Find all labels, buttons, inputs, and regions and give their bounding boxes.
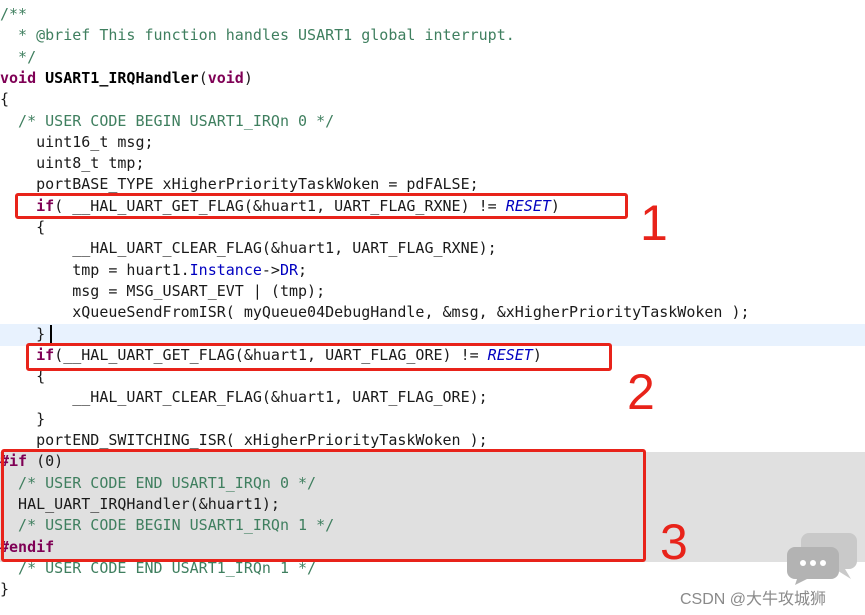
annotation-number-1: 1 <box>640 195 668 251</box>
code-token: */ <box>0 47 37 66</box>
code-line: } <box>0 409 865 430</box>
code-line: uint8_t tmp; <box>0 153 865 174</box>
watermark-text: CSDN @大牛攻城狮 <box>680 591 827 608</box>
code-token: ( <box>198 68 208 87</box>
code-line: msg = MSG_USART_EVT | (tmp); <box>0 281 865 302</box>
code-token: portBASE_TYPE xHigherPriorityTaskWoken =… <box>0 175 479 194</box>
chat-bubbles-icon <box>787 533 857 585</box>
annotation-number-3: 3 <box>660 514 688 570</box>
code-token: -> <box>261 260 280 279</box>
code-line: /** <box>0 4 865 25</box>
code-token: USART1_IRQHandler <box>45 68 199 87</box>
code-token: msg = MSG_USART_EVT | (tmp); <box>0 281 326 300</box>
annotation-box-1 <box>15 193 628 219</box>
code-line: __HAL_UART_CLEAR_FLAG(&huart1, UART_FLAG… <box>0 238 865 259</box>
code-token: __HAL_UART_CLEAR_FLAG(&huart1, UART_FLAG… <box>0 239 497 258</box>
code-token: portEND_SWITCHING_ISR( xHigherPriorityTa… <box>0 431 488 449</box>
code-token: Instance <box>189 260 262 279</box>
annotation-box-2 <box>26 343 612 371</box>
code-token: ; <box>298 260 308 279</box>
code-token: DR <box>279 260 299 279</box>
annotation-box-3 <box>1 449 646 562</box>
code-line: uint16_t msg; <box>0 132 865 153</box>
code-line: void USART1_IRQHandler(void) <box>0 68 865 89</box>
code-token: } <box>0 324 46 343</box>
code-line: * @brief This function handles USART1 gl… <box>0 25 865 46</box>
code-token: uint8_t tmp; <box>0 154 145 173</box>
code-line: { <box>0 217 865 238</box>
code-token: tmp = huart1. <box>0 260 190 279</box>
code-line: tmp = huart1.Instance->DR; <box>0 260 865 281</box>
code-line: portEND_SWITCHING_ISR( xHigherPriorityTa… <box>0 430 865 451</box>
code-line: xQueueSendFromISR( myQueue04DebugHandle,… <box>0 302 865 323</box>
code-token: } <box>0 409 46 428</box>
code-line: __HAL_UART_CLEAR_FLAG(&huart1, UART_FLAG… <box>0 387 865 408</box>
code-token: uint16_t msg; <box>0 132 154 151</box>
code-token: /* USER CODE BEGIN USART1_IRQn 0 */ <box>0 111 335 130</box>
code-token: /** <box>0 5 28 23</box>
code-token: { <box>0 218 46 236</box>
code-token: } <box>0 580 10 599</box>
code-token: xQueueSendFromISR( myQueue04DebugHandle,… <box>0 303 750 322</box>
code-line: /* USER CODE BEGIN USART1_IRQn 0 */ <box>0 111 865 132</box>
code-line: { <box>0 89 865 110</box>
annotation-number-2: 2 <box>627 364 655 420</box>
code-line: } <box>0 324 865 345</box>
code-token: void <box>0 68 37 87</box>
text-cursor <box>50 325 52 345</box>
code-token: { <box>0 90 10 109</box>
code-line: */ <box>0 47 865 68</box>
code-token: ) <box>243 68 253 87</box>
code-token: void <box>207 68 244 87</box>
code-token: __HAL_UART_CLEAR_FLAG(&huart1, UART_FLAG… <box>0 388 488 407</box>
code-token: * @brief This function handles USART1 gl… <box>0 26 515 45</box>
